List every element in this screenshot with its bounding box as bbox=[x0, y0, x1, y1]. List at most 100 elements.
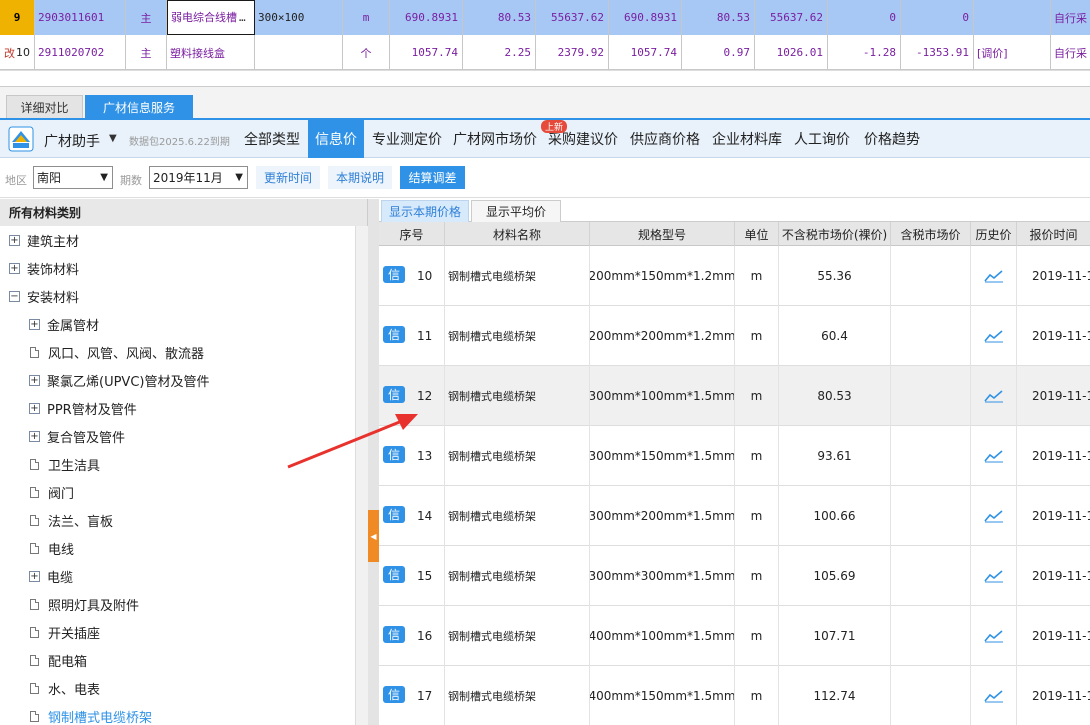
table-row[interactable]: 信 16 钢制槽式电缆桥架 400mm*100mm*1.5mm m 107.71 2019-… bbox=[379, 606, 1090, 666]
settle-price[interactable]: 80.53 bbox=[682, 0, 755, 35]
table-row[interactable]: 信 12 钢制槽式电缆桥架 300mm*100mm*1.5mm m 80.53 2019-1… bbox=[379, 366, 1090, 426]
period-select[interactable]: 2019年11月 ▼ bbox=[149, 166, 248, 189]
trend-chart-icon[interactable] bbox=[983, 389, 1004, 403]
expand-icon[interactable]: + bbox=[29, 318, 40, 330]
expand-icon[interactable]: + bbox=[29, 570, 40, 582]
tree-item[interactable]: 法兰、盲板 bbox=[0, 506, 113, 534]
col-price[interactable]: 不含税市场价(裸价) bbox=[779, 222, 891, 246]
tree-item[interactable]: 阀门 bbox=[0, 478, 74, 506]
table-row[interactable]: 信 10 钢制槽式电缆桥架 200mm*150mm*1.2mm m 55.36 2019-1… bbox=[379, 246, 1090, 306]
nav-manual-inquiry[interactable]: 人工询价 bbox=[790, 120, 854, 158]
material-name[interactable]: 塑料接线盒 bbox=[167, 35, 255, 70]
nav-professional-price[interactable]: 专业测定价 bbox=[368, 120, 446, 158]
info-badge[interactable]: 信 bbox=[383, 566, 405, 583]
tree-item[interactable]: 开关插座 bbox=[0, 618, 100, 646]
period-note-button[interactable]: 本期说明 bbox=[328, 166, 392, 189]
info-badge[interactable]: 信 bbox=[383, 686, 405, 703]
expand-icon[interactable]: + bbox=[9, 262, 20, 274]
panel-splitter[interactable] bbox=[368, 199, 379, 725]
expand-icon[interactable]: + bbox=[29, 430, 40, 442]
col-spec[interactable]: 规格型号 bbox=[590, 222, 735, 246]
supply-source[interactable]: 自行采 bbox=[1051, 0, 1090, 35]
info-badge[interactable]: 信 bbox=[383, 266, 405, 283]
material-type[interactable]: 主 bbox=[126, 35, 167, 70]
col-unit[interactable]: 单位 bbox=[735, 222, 779, 246]
material-name-cell[interactable]: 弱电综合线槽 … bbox=[167, 0, 255, 35]
tree-item[interactable]: 钢制槽式电缆桥架 bbox=[0, 702, 152, 725]
tree-item[interactable]: 卫生洁具 bbox=[0, 450, 100, 478]
collapse-icon[interactable]: − bbox=[9, 290, 20, 302]
quantity[interactable]: 1057.74 bbox=[390, 35, 463, 70]
expand-icon[interactable]: + bbox=[29, 402, 40, 414]
adjust-note[interactable]: [调价] bbox=[974, 35, 1051, 70]
trend-chart-icon[interactable] bbox=[983, 329, 1004, 343]
material-spec[interactable] bbox=[255, 35, 343, 70]
tree-item[interactable]: + 装饰材料 bbox=[0, 254, 79, 282]
total-diff[interactable]: -1353.91 bbox=[901, 35, 974, 70]
material-unit[interactable]: 个 bbox=[343, 35, 390, 70]
chevron-down-icon[interactable]: ▼ bbox=[109, 133, 117, 144]
budget-total[interactable]: 55637.62 bbox=[536, 0, 609, 35]
settle-adjust-button[interactable]: 结算调差 bbox=[400, 166, 465, 189]
supply-source[interactable]: 自行采 bbox=[1051, 35, 1090, 70]
budget-price[interactable]: 2.25 bbox=[463, 35, 536, 70]
info-badge[interactable]: 信 bbox=[383, 506, 405, 523]
info-badge[interactable]: 信 bbox=[383, 326, 405, 343]
settle-quantity[interactable]: 690.8931 bbox=[609, 0, 682, 35]
table-row[interactable]: 信 17 钢制槽式电缆桥架 400mm*150mm*1.5mm m 112.74 2019-… bbox=[379, 666, 1090, 725]
price-diff[interactable]: -1.28 bbox=[828, 35, 901, 70]
price-diff[interactable]: 0 bbox=[828, 0, 901, 35]
tree-item[interactable]: 风口、风管、风阀、散流器 bbox=[0, 338, 204, 366]
settle-total[interactable]: 55637.62 bbox=[755, 0, 828, 35]
budget-total[interactable]: 2379.92 bbox=[536, 35, 609, 70]
tree-item[interactable]: 配电箱 bbox=[0, 646, 87, 674]
col-tax-price[interactable]: 含税市场价 bbox=[891, 222, 971, 246]
tab-current-price[interactable]: 显示本期价格 bbox=[381, 200, 469, 222]
trend-chart-icon[interactable] bbox=[983, 569, 1004, 583]
region-select[interactable]: 南阳 ▼ bbox=[33, 166, 113, 189]
trend-chart-icon[interactable] bbox=[983, 629, 1004, 643]
tree-item[interactable]: + 建筑主材 bbox=[0, 226, 79, 254]
info-badge[interactable]: 信 bbox=[383, 386, 405, 403]
table-row[interactable]: 信 11 钢制槽式电缆桥架 200mm*200mm*1.2mm m 60.4 2019-11… bbox=[379, 306, 1090, 366]
tree-item[interactable]: + 电缆 bbox=[0, 562, 73, 590]
tree-item[interactable]: 电线 bbox=[0, 534, 74, 562]
tree-item[interactable]: + PPR管材及管件 bbox=[0, 394, 137, 422]
expand-icon[interactable]: + bbox=[9, 234, 20, 246]
tab-average-price[interactable]: 显示平均价 bbox=[471, 200, 561, 222]
adjust-note[interactable] bbox=[974, 0, 1051, 35]
settle-quantity[interactable]: 1057.74 bbox=[609, 35, 682, 70]
trend-chart-icon[interactable] bbox=[983, 269, 1004, 283]
material-code[interactable]: 2911020702 bbox=[35, 35, 126, 70]
col-date[interactable]: 报价时间 bbox=[1017, 222, 1090, 246]
material-code[interactable]: 2903011601 bbox=[35, 0, 126, 35]
brand-dropdown[interactable]: 广材助手 bbox=[44, 131, 100, 151]
table-row[interactable]: 信 15 钢制槽式电缆桥架 300mm*300mm*1.5mm m 105.69 2019-… bbox=[379, 546, 1090, 606]
info-badge[interactable]: 信 bbox=[383, 446, 405, 463]
tree-scrollbar[interactable] bbox=[355, 226, 368, 725]
table-row[interactable]: 信 13 钢制槽式电缆桥架 300mm*150mm*1.5mm m 93.61 2019-1… bbox=[379, 426, 1090, 486]
tree-item[interactable]: 照明灯具及附件 bbox=[0, 590, 139, 618]
ellipsis-button[interactable]: … bbox=[239, 11, 246, 24]
col-seq[interactable]: 序号 bbox=[379, 222, 445, 246]
quantity[interactable]: 690.8931 bbox=[390, 0, 463, 35]
col-history[interactable]: 历史价 bbox=[971, 222, 1017, 246]
tree-item[interactable]: + 金属管材 bbox=[0, 310, 99, 338]
expand-icon[interactable]: + bbox=[29, 374, 40, 386]
material-spec[interactable]: 300×100 bbox=[255, 0, 343, 35]
nav-all-types[interactable]: 全部类型 bbox=[240, 120, 304, 158]
tree-item[interactable]: + 复合管及管件 bbox=[0, 422, 125, 450]
total-diff[interactable]: 0 bbox=[901, 0, 974, 35]
triangle-left-icon[interactable]: ◀ bbox=[368, 510, 379, 562]
tree-item[interactable]: − 安装材料 bbox=[0, 282, 79, 310]
trend-chart-icon[interactable] bbox=[983, 449, 1004, 463]
nav-price-trend[interactable]: 价格趋势 bbox=[858, 120, 926, 158]
nav-info-price[interactable]: 信息价 bbox=[308, 120, 364, 158]
material-type[interactable]: 主 bbox=[126, 0, 167, 35]
tree-item[interactable]: + 聚氯乙烯(UPVC)管材及管件 bbox=[0, 366, 209, 394]
table-row[interactable]: 信 14 钢制槽式电缆桥架 300mm*200mm*1.5mm m 100.66 2019-… bbox=[379, 486, 1090, 546]
info-badge[interactable]: 信 bbox=[383, 626, 405, 643]
nav-supplier-price[interactable]: 供应商价格 bbox=[626, 120, 704, 158]
budget-price[interactable]: 80.53 bbox=[463, 0, 536, 35]
table-row[interactable]: 改 10 2911020702 主 塑料接线盒 个 1057.74 2.25 2… bbox=[0, 35, 1090, 70]
